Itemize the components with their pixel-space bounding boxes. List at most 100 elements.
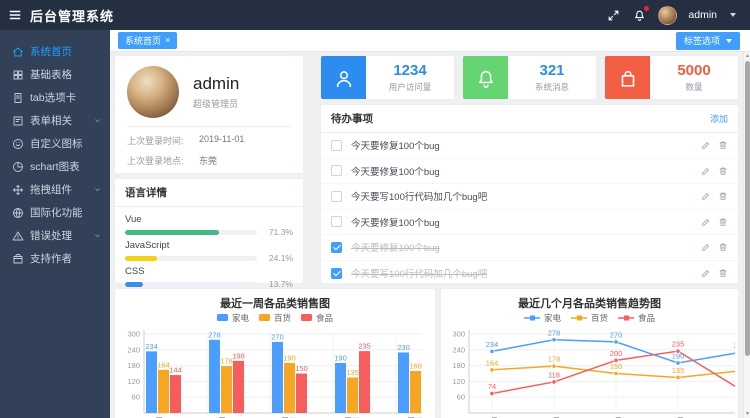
edit-icon[interactable]	[701, 217, 711, 227]
legend-line-marker	[618, 314, 634, 322]
scroll-up-icon[interactable]: ▲	[744, 52, 750, 60]
profile-field-label: 上次登录时间:	[127, 134, 199, 147]
sidebar-item-form[interactable]: 表单相关	[0, 109, 110, 132]
bar-chart-title: 最近一周各品类销售图	[120, 295, 430, 310]
tab-home[interactable]: 系统首页 ×	[118, 32, 177, 49]
legend-label: 百货	[274, 312, 291, 324]
user-icon	[321, 56, 366, 100]
tag-options-button[interactable]: 标签选项	[676, 32, 740, 50]
top-header: 后台管理系统 admin	[0, 0, 750, 30]
username[interactable]: admin	[688, 9, 717, 21]
svg-text:144: 144	[169, 366, 182, 375]
home-icon	[12, 46, 24, 58]
svg-text:240: 240	[452, 345, 465, 354]
svg-text:230: 230	[397, 343, 410, 352]
language-name: CSS	[125, 266, 293, 277]
delete-icon[interactable]	[718, 166, 728, 176]
edit-icon[interactable]	[701, 191, 711, 201]
delete-icon[interactable]	[718, 268, 728, 278]
sidebar-item-drag[interactable]: 拖拽组件	[0, 178, 110, 201]
stat-value: 321	[539, 62, 564, 79]
language-progress: 24.1%	[125, 253, 293, 263]
shopping-bag-icon	[617, 68, 639, 90]
sidebar-item-home[interactable]: 系统首页	[0, 40, 110, 63]
todo-checkbox[interactable]	[331, 140, 342, 151]
svg-text:270: 270	[271, 332, 284, 341]
sidebar: 系统首页基础表格tab选项卡表单相关自定义图标schart图表拖拽组件国际化功能…	[0, 30, 110, 418]
stat-label: 用户访问量	[389, 81, 432, 93]
todo-checkbox[interactable]	[331, 165, 342, 176]
todo-add-button[interactable]: 添加	[710, 112, 728, 125]
progress-percent: 71.3%	[263, 227, 293, 237]
stat-label: 系统消息	[535, 81, 569, 93]
vertical-scrollbar[interactable]: ▲ ▼	[743, 52, 750, 418]
sidebar-item-donate[interactable]: 支持作者	[0, 247, 110, 270]
language-card: 语言详情 Vue71.3%JavaScript24.1%CSS13.7%HTML…	[114, 178, 304, 284]
progress-track	[125, 230, 257, 235]
language-row: JavaScript 24.1%	[125, 240, 293, 263]
delete-icon[interactable]	[718, 242, 728, 252]
scroll-down-icon[interactable]: ▼	[744, 410, 750, 418]
fullscreen-icon[interactable]	[606, 8, 621, 23]
form-icon	[12, 115, 24, 127]
bar-chart: 60120180240300周一周二周三周四周五2342782701902301…	[120, 324, 422, 418]
sidebar-item-i18n[interactable]: 国际化功能	[0, 201, 110, 224]
svg-text:164: 164	[486, 358, 499, 367]
tab-bar: 系统首页 × 标签选项	[110, 30, 750, 52]
edit-icon[interactable]	[701, 268, 711, 278]
sidebar-item-icons[interactable]: 自定义图标	[0, 132, 110, 155]
todo-checkbox[interactable]	[331, 242, 342, 253]
language-row: Vue 71.3%	[125, 214, 293, 237]
sidebar-item-chart[interactable]: schart图表	[0, 155, 110, 178]
svg-text:190: 190	[283, 353, 296, 362]
language-name: Vue	[125, 214, 293, 225]
legend-item: 百货	[259, 312, 291, 324]
sidebar-item-error[interactable]: 错误处理	[0, 224, 110, 247]
svg-text:178: 178	[548, 355, 561, 364]
delete-icon[interactable]	[718, 217, 728, 227]
legend-swatch	[301, 314, 312, 321]
chevron-down-icon	[93, 116, 102, 125]
legend-label: 家电	[232, 312, 249, 324]
svg-text:300: 300	[452, 330, 465, 339]
todo-checkbox[interactable]	[331, 216, 342, 227]
legend-label: 百货	[591, 312, 608, 324]
todo-actions	[701, 242, 728, 252]
todo-card: 待办事项 添加 今天要修复100个bug今天要修复100个bug今天要写100行…	[320, 104, 739, 284]
scrollbar-thumb[interactable]	[745, 61, 750, 356]
edit-icon[interactable]	[701, 166, 711, 176]
table-icon	[12, 69, 24, 81]
table-icon	[12, 69, 24, 81]
tabs-icon	[12, 92, 24, 104]
sidebar-item-tabs[interactable]: tab选项卡	[0, 86, 110, 109]
todo-text: 今天要修复100个bug	[351, 138, 440, 152]
legend-line-marker	[524, 314, 540, 322]
sidebar-item-table[interactable]: 基础表格	[0, 63, 110, 86]
todo-actions	[701, 140, 728, 150]
notification-badge	[644, 6, 649, 11]
edit-icon[interactable]	[701, 140, 711, 150]
stat-card: 1234用户访问量	[320, 55, 455, 100]
delete-icon[interactable]	[718, 140, 728, 150]
delete-icon[interactable]	[718, 191, 728, 201]
line-chart: 601201802403001月2月3月4月5月2342782701902301…	[446, 324, 735, 418]
stat-value: 5000	[677, 62, 710, 79]
chevron-down-icon[interactable]	[730, 13, 736, 17]
svg-text:230: 230	[734, 341, 735, 350]
legend-swatch	[217, 314, 228, 321]
stat-card: 5000数量	[604, 55, 739, 100]
language-name: JavaScript	[125, 240, 293, 251]
todo-checkbox[interactable]	[331, 268, 342, 279]
bar-chart-legend: 家电百货食品	[120, 311, 430, 324]
todo-checkbox[interactable]	[331, 191, 342, 202]
edit-icon[interactable]	[701, 242, 711, 252]
legend-swatch	[259, 314, 270, 321]
close-icon[interactable]: ×	[165, 36, 170, 45]
line-chart-legend: 家电百货食品	[446, 311, 733, 324]
hamburger-icon[interactable]	[0, 0, 30, 30]
language-row: CSS13.7%	[125, 266, 293, 289]
svg-text:300: 300	[127, 330, 140, 339]
profile-field-label: 上次登录地点:	[127, 154, 199, 167]
bell-icon[interactable]	[632, 8, 647, 23]
avatar[interactable]	[658, 6, 677, 25]
